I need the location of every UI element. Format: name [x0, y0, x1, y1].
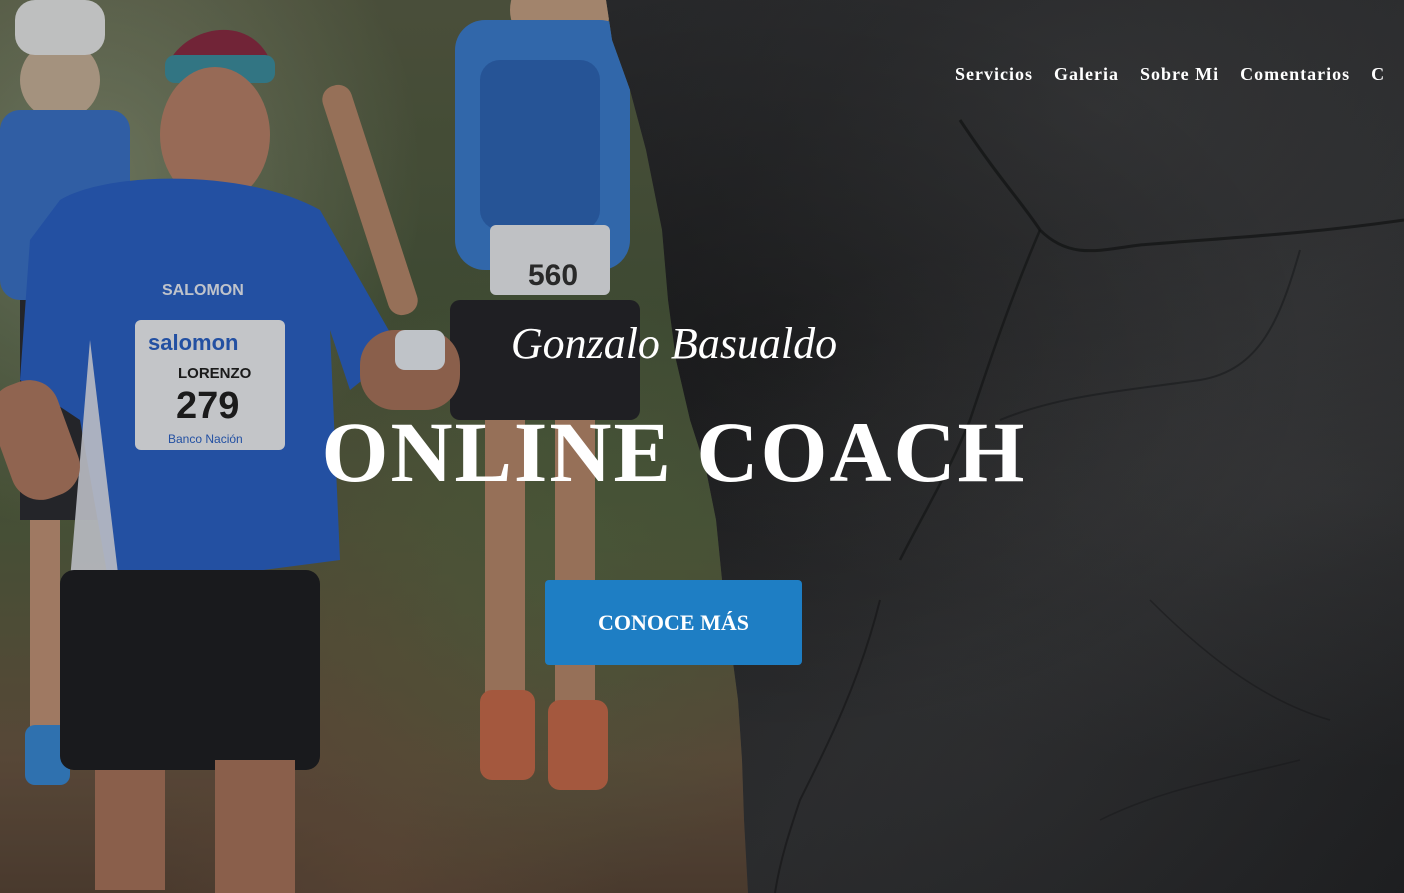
conoce-mas-button[interactable]: CONOCE MÁS [545, 580, 802, 665]
nav-comentarios[interactable]: Comentarios [1240, 64, 1350, 85]
hero-subtitle: Gonzalo Basualdo [510, 319, 838, 368]
main-nav: Servicios Galeria Sobre Mi Comentarios C [955, 64, 1385, 85]
nav-contacto-truncated[interactable]: C [1371, 64, 1385, 85]
hero-section: 560 salomon LORENZO 279 Banco Nación SAL… [0, 0, 1404, 893]
hero-title: ONLINE COACH [321, 404, 1027, 500]
nav-servicios[interactable]: Servicios [955, 64, 1033, 85]
nav-galeria[interactable]: Galeria [1054, 64, 1119, 85]
nav-sobre-mi[interactable]: Sobre Mi [1140, 64, 1219, 85]
